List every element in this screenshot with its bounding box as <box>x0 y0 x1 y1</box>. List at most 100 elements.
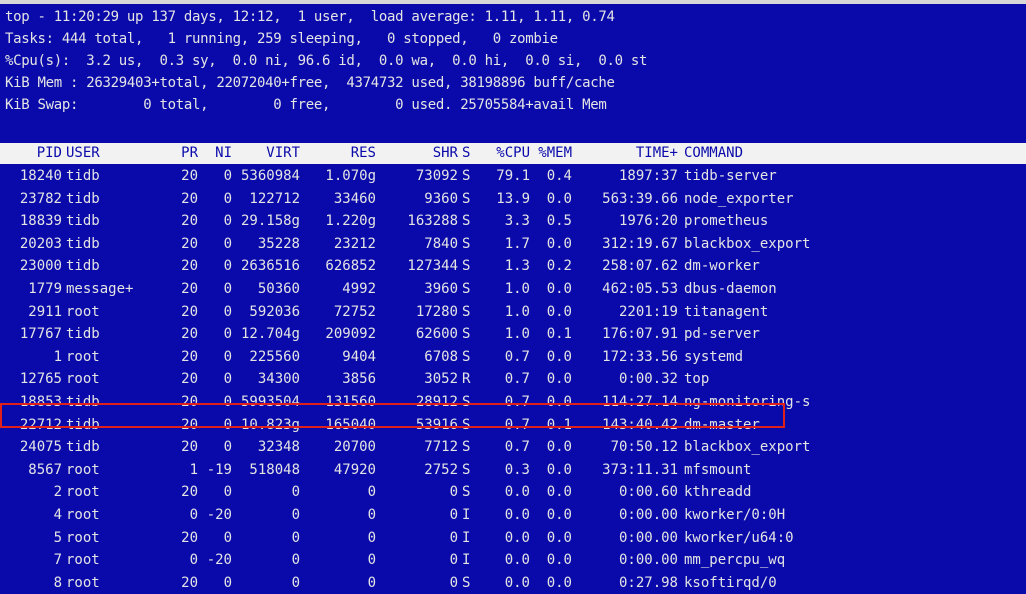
process-s: I <box>462 507 471 523</box>
process-cpu: 0.0 <box>504 507 530 523</box>
process-shr: 0 <box>449 529 458 546</box>
process-user: root <box>66 507 100 523</box>
process-cmd: tidb-server <box>684 168 777 184</box>
process-cpu: 79.1 <box>496 168 530 184</box>
process-mem: 0.0 <box>546 348 572 365</box>
process-res: 72752 <box>333 303 376 320</box>
process-res: 23212 <box>333 235 376 252</box>
process-row[interactable]: 2911 root 20 0 592036 72752 17280 S 1.0 0.0 2201:1… <box>0 301 1026 324</box>
process-pr: 20 <box>181 574 198 591</box>
process-time: 0:00.00 <box>618 552 678 569</box>
process-s: S <box>462 235 471 252</box>
process-row[interactable]: 5 root 20 0 0 0 0 I 0.0 0.0 0:00.00 kworker/u64:0 <box>0 527 1026 550</box>
process-cpu: 1.0 <box>504 326 530 343</box>
process-res: 626852 <box>325 258 376 275</box>
process-time: 0:00.00 <box>618 507 678 523</box>
process-row[interactable]: 17767 tidb 20 0 12.704g 209092 62600 S 1.0 0.1 176… <box>0 323 1026 346</box>
process-row[interactable]: 24075 tidb 20 0 32348 20700 7712 S 0.7 0.0 70:50.1… <box>0 436 1026 459</box>
process-shr: 3052 <box>424 371 458 388</box>
process-time: 172:33.56 <box>602 348 678 365</box>
process-row[interactable]: 2 root 20 0 0 0 0 S 0.0 0.0 0:00.60 kthreadd <box>0 481 1026 504</box>
process-mem: 0.0 <box>546 529 572 546</box>
process-pid: 7 <box>53 552 62 569</box>
process-s: R <box>462 371 471 388</box>
process-ni: 0 <box>223 348 232 365</box>
process-row[interactable]: 4 root 0 -20 0 0 0 I 0.0 0.0 0:00.00 kworker/0:0H <box>0 504 1026 527</box>
header-ni: NI <box>215 145 232 161</box>
process-pid: 1 <box>53 348 62 365</box>
process-cmd: blackbox_export <box>684 235 811 252</box>
process-pr: 20 <box>181 213 198 230</box>
process-row[interactable]: 1 root 20 0 225560 9404 6708 S 0.7 0.0 172:33.56 sy… <box>0 346 1026 369</box>
process-row[interactable]: 12765 root 20 0 34300 3856 3052 R 0.7 0.0 0:00.32 t… <box>0 368 1026 391</box>
process-mem: 0.0 <box>546 303 572 320</box>
process-cpu: 0.0 <box>504 529 530 546</box>
process-mem: 0.0 <box>546 371 572 388</box>
process-s: S <box>462 439 471 456</box>
process-s: I <box>462 552 471 569</box>
process-ni: -19 <box>206 461 232 478</box>
process-user: tidb <box>66 168 100 184</box>
process-virt: 0 <box>291 529 300 546</box>
process-row[interactable]: 18240 tidb 20 0 5360984 1.070g 73092 S 79.1 0.4 18… <box>0 165 1026 188</box>
process-virt: 29.158g <box>240 213 300 230</box>
process-mem: 0.5 <box>546 213 572 230</box>
process-res: 4992 <box>342 281 376 297</box>
process-time: 0:00.60 <box>618 484 678 501</box>
terminal-window[interactable]: top - 11:20:29 up 137 days, 12:12, 1 use… <box>0 0 1026 591</box>
process-mem: 0.0 <box>546 574 572 591</box>
process-virt: 0 <box>291 507 300 523</box>
process-ni: 0 <box>223 371 232 388</box>
process-virt: 34300 <box>257 371 300 388</box>
process-pid: 5 <box>53 529 62 546</box>
process-cpu: 1.0 <box>504 303 530 320</box>
process-res: 0 <box>367 484 376 501</box>
process-user: tidb <box>66 190 100 207</box>
process-ni: 0 <box>223 258 232 275</box>
process-user: tidb <box>66 213 100 230</box>
summary-tasks-line: Tasks: 444 total, 1 running, 259 sleepin… <box>5 31 558 47</box>
process-pr: 20 <box>181 258 198 275</box>
process-cmd: pd-server <box>684 326 760 343</box>
process-mem: 0.0 <box>546 281 572 297</box>
process-row[interactable]: 20203 tidb 20 0 35228 23212 7840 S 1.7 0.0 312:19.… <box>0 233 1026 256</box>
process-shr: 17280 <box>415 303 458 320</box>
process-mem: 0.0 <box>546 507 572 523</box>
highlight-annotation-box <box>0 403 785 428</box>
process-pr: 20 <box>181 439 198 456</box>
process-mem: 0.0 <box>546 190 572 207</box>
process-shr: 3960 <box>424 281 458 297</box>
process-pid: 2911 <box>28 303 62 320</box>
process-shr: 127344 <box>407 258 458 275</box>
header-virt: VIRT <box>266 145 300 161</box>
process-row[interactable]: 23782 tidb 20 0 122712 33460 9360 S 13.9 0.0 563:3… <box>0 188 1026 211</box>
process-user: root <box>66 574 100 591</box>
process-res: 0 <box>367 552 376 569</box>
process-pid: 12765 <box>19 371 62 388</box>
process-shr: 0 <box>449 484 458 501</box>
process-row[interactable]: 8567 root 1 -19 518048 47920 2752 S 0.3 0.0 373:11… <box>0 459 1026 482</box>
process-row[interactable]: 7 root 0 -20 0 0 0 I 0.0 0.0 0:00.00 mm_percpu_wq <box>0 549 1026 572</box>
process-cmd: top <box>684 371 710 388</box>
process-ni: 0 <box>223 213 232 230</box>
process-row[interactable]: 18839 tidb 20 0 29.158g 1.220g 163288 S 3.3 0.5 19… <box>0 210 1026 233</box>
process-row[interactable]: 8 root 20 0 0 0 0 S 0.0 0.0 0:27.98 ksoftirqd/0 <box>0 572 1026 594</box>
header-res: RES <box>350 145 376 161</box>
process-mem: 0.4 <box>546 168 572 184</box>
process-row[interactable]: 1779 message+ 20 0 50360 4992 3960 S 1.0 0.0 462:0… <box>0 278 1026 301</box>
process-cmd: mfsmount <box>684 461 752 478</box>
process-pid: 23000 <box>19 258 62 275</box>
process-user: tidb <box>66 439 100 456</box>
process-mem: 0.2 <box>546 258 572 275</box>
process-pr: 20 <box>181 326 198 343</box>
process-cmd: titanagent <box>684 303 769 320</box>
process-cmd: systemd <box>684 348 744 365</box>
process-row[interactable]: 23000 tidb 20 0 2636516 626852 127344 S 1.3 0.2 25… <box>0 255 1026 278</box>
process-virt: 225560 <box>249 348 300 365</box>
process-virt: 0 <box>291 574 300 591</box>
process-shr: 7840 <box>424 235 458 252</box>
process-cpu: 3.3 <box>504 213 530 230</box>
process-ni: 0 <box>223 235 232 252</box>
process-ni: 0 <box>223 326 232 343</box>
header-time: TIME+ <box>635 145 678 161</box>
